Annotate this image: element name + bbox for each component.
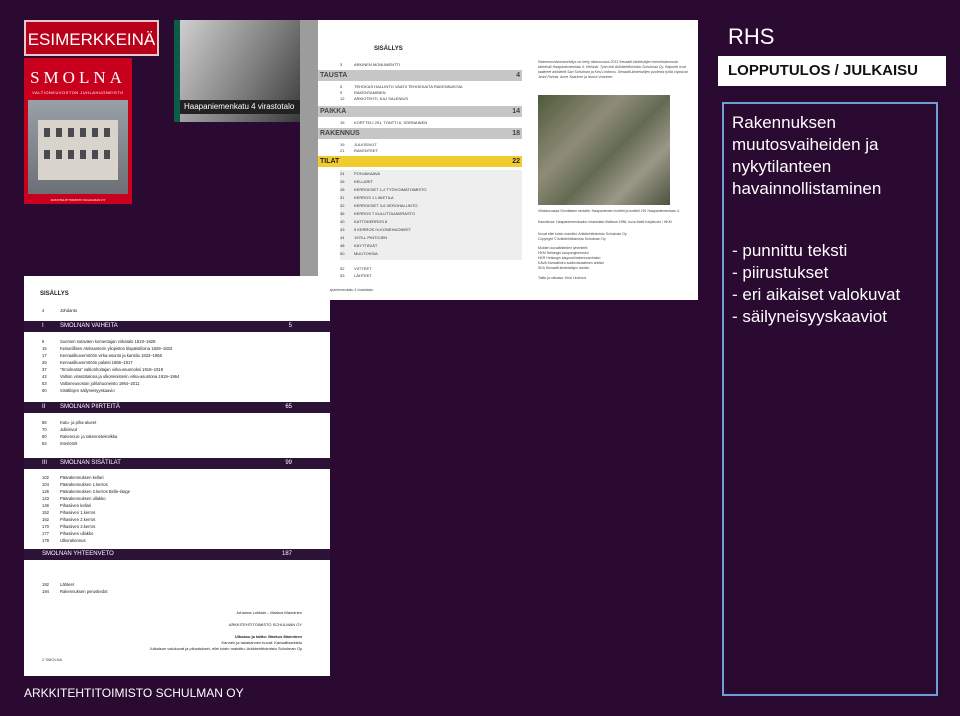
- footer-office-name: ARKKITEHTITOIMISTO SCHULMAN OY: [24, 686, 244, 700]
- toc-row: 5 TEHOKAS HALLINTO VAATII TEHOKKAITA RAKE…: [340, 84, 463, 89]
- bullet-item: - säilyneisyyskaaviot: [732, 307, 887, 326]
- cover-subtitle: VALTIONEUVOSTON JUHLAHUONEISTO: [32, 90, 124, 95]
- toc-row: 44 1970-L PINTOJEN: [340, 235, 388, 240]
- toc-row: 36 KERROS 7 KULUTTAJAVIRASTO: [340, 211, 416, 216]
- toc-row: 50 MUUTOKSIA: [340, 251, 378, 256]
- toc-section-bar: III SMOLNAN SISÄTILAT 99: [24, 458, 330, 469]
- office-name: ARKKITEHTITOIMISTO SCHULMAN OY: [228, 622, 302, 627]
- toc-row: 6 Suomen sotaväen komentajan virkatalo 18…: [42, 339, 156, 344]
- photo-credit: Kannen ja takakannen kuvat: Kansallisark…: [221, 640, 303, 645]
- page-number: 2 SMOLNA: [42, 657, 63, 662]
- toc-row: 52 VIITTEET: [340, 266, 372, 271]
- toc-section: RAKENNUS 18: [318, 128, 522, 139]
- building-drawing: [38, 120, 118, 180]
- toc-row: 12 ARKKITEHTI, KAJ SALENIUS: [340, 96, 409, 101]
- toc-row: 37 "Smolnasta" valtionhoitajan virka-asun…: [42, 367, 164, 372]
- toc-row: 53 LÄHTEET: [340, 273, 373, 278]
- toc-row: 9 RAKENTAMINEN: [340, 90, 386, 95]
- toc-row: 31 KERROS 1 LIIKETILA: [340, 195, 394, 200]
- toc-row: 152 Pihasiiven 1.kerros: [42, 510, 96, 515]
- toc-row: 42 Valtion virastotalona ja ulkoministeri…: [42, 374, 180, 379]
- haapaniemenkatu-toc-page: SISÄLLYS 3 ARKINEN MONUMENTTI TAUSTA 4 5 TE…: [300, 20, 698, 300]
- toc-row: 26 Kenraalikuvernöörin palatsi 1866–1917: [42, 360, 133, 365]
- bullet-item: - punnittu teksti: [732, 241, 848, 260]
- rhs-heading: RHS: [728, 24, 775, 49]
- toc-row: 53 Valtioneuvoston juhlahuoneisto 1964–20…: [42, 381, 140, 386]
- toc-row: 4 Johdanto: [42, 308, 78, 313]
- toc-row: 40 KATTOKERROS 8: [340, 219, 388, 224]
- toc-row: 146 Pihasiiven kellari: [42, 503, 92, 508]
- haapaniemenkatu-cover-image: Haapaniemenkatu 4 virastotalo: [174, 20, 300, 122]
- bullet-item: - piirustukset: [732, 263, 829, 282]
- toc-section: TILAT 22: [318, 156, 522, 167]
- cover-brand: SMOLNA: [30, 68, 126, 87]
- toc-row: 19 JULKISIVUT: [340, 142, 377, 147]
- toc-section: PAIKKA 14: [318, 106, 522, 117]
- toc-row: 28 KERROKSET 1-2 TYÖVOIMATOIMISTO: [340, 187, 427, 192]
- credit-line: Copyright © Arkkitehtitoimisto Schulman …: [538, 237, 606, 241]
- credit-line: SKA Senaatti-kiinteistöjen arkisto: [538, 266, 590, 270]
- toc-row: 15 KORTTELI 291, TONTTI 6, SÖRNÄINEN: [340, 120, 428, 125]
- toc-row: 192 Lähteet: [42, 582, 74, 587]
- authors: Johanna Luhtala – Markus Manninen: [236, 610, 302, 615]
- toc-row: 170 Pihasiiven 3.kerros: [42, 524, 96, 529]
- toc-row: 26 KELLARIT: [340, 179, 373, 184]
- toc-row: 21 RAKENTEET: [340, 148, 379, 153]
- smolna-cover-image: SMOLNA VALTIONEUVOSTON JUHLAHUONEISTO AR…: [24, 58, 132, 204]
- lead-text: Rakennuksen muutosvaiheiden ja nykytilan…: [732, 113, 882, 198]
- toc-title: SISÄLLYS: [374, 46, 403, 52]
- examples-tag: ESIMERKKEINÄ: [24, 20, 159, 56]
- toc-row: 178 Ulkorakennus: [42, 538, 86, 543]
- page-edge-strip: [300, 20, 318, 300]
- toc-row: 84 Interiöörit: [42, 441, 78, 446]
- toc-row: 60 Sisätilojen säilyneisyyskaavio: [42, 388, 115, 393]
- cover-photo-credit: Kansikuva: Haapaniemenkadun virastotalo …: [538, 220, 672, 224]
- toc-row: 70 Julkisivut: [42, 427, 77, 432]
- cover-footer: ARKKITEHTITOIMISTO SCHULMAN OY: [50, 198, 106, 202]
- toc-title: SISÄLLYS: [40, 291, 69, 297]
- result-subheading: LOPPUTULOS / JULKAISU: [718, 56, 946, 86]
- cover-photo: [28, 100, 128, 194]
- toc-section-bar: I SMOLNAN VAIHEITA 5: [24, 321, 330, 332]
- toc-row: 162 Pihasiiven 2.kerros: [42, 517, 96, 522]
- toc-row: 104 Päärakennuksen 1.kerros: [42, 482, 108, 487]
- toc-row: 32 KERROKSET 3-6 VEROHALLINTO: [340, 203, 418, 208]
- toc-row: 43 9 KERROS IV-KONEHUONEET: [340, 227, 412, 232]
- toc-section: TAUSTA 4: [318, 70, 522, 81]
- layout-credit: Taitto ja ulkoasu: Kirsi Lindroos: [538, 276, 587, 280]
- toc-row: 102 Päärakennuksen kellari: [42, 475, 104, 480]
- toc-row: 48 KÄYTTÄVÄT: [340, 243, 378, 248]
- toc-row: 24 POHJAKAAVA: [340, 171, 381, 176]
- toc-section-bar: SMOLNAN YHTEENVETO 187: [24, 549, 330, 560]
- aerial-photo: [538, 95, 670, 205]
- photo-credit: Julkaisun valokuvat ja piirustukset, ell…: [149, 646, 302, 651]
- toc-row: 177 Pihasiiven ullakko: [42, 531, 94, 536]
- toc-row: 143 Päärakennuksen ullakko: [42, 496, 106, 501]
- intro-text: Rakennushistoriaselvitys on tehty aikavu…: [538, 60, 688, 79]
- toc-row: 15 Keisarillisen Aleksanterin yliopiston …: [42, 346, 173, 351]
- toc-row: 194 Rakennuksen perustiedot: [42, 589, 108, 594]
- bullet-item: - eri aikaiset valokuvat: [732, 285, 901, 304]
- smolna-toc-page: SISÄLLYS 4 Johdanto I SMOLNAN VAIHEITA 5 6S…: [24, 276, 330, 676]
- photo-caption: Viistokuvassa Sörnäisten rantatie, Haapa…: [538, 209, 680, 213]
- toc-row: 126 Päärakennuksen 2.kerros Belle-étage: [42, 489, 131, 494]
- toc-row: 3 ARKINEN MONUMENTTI: [340, 62, 400, 67]
- cover2-title: Haapaniemenkatu 4 virastotalo: [180, 100, 300, 114]
- toc-row: 80 Rakennus- ja rakennetekniikka: [42, 434, 118, 439]
- bullet-list: - punnittu teksti - piirustukset - eri a…: [732, 240, 937, 328]
- toc-row: 66 Katu- ja piha-alueet: [42, 420, 97, 425]
- layout-credit: Ulkoasu ja taitto: Markus Manninen: [234, 634, 302, 639]
- toc-section-bar: II SMOLNAN PIIRTEITÄ 65: [24, 402, 330, 413]
- toc-row: 17 Kenraalikuvernöörin virka-asunto ja ka…: [42, 353, 162, 358]
